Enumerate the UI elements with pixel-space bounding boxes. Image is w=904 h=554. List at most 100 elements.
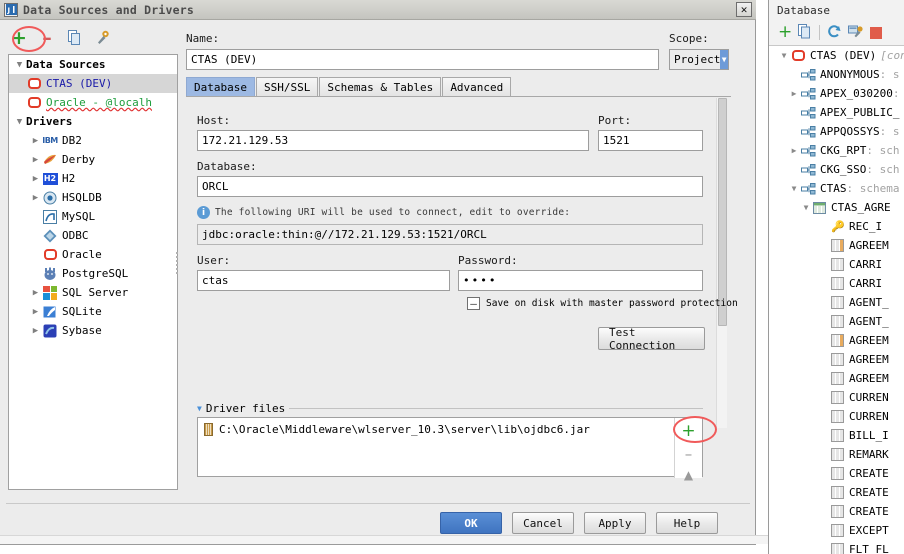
db-tree-row-column[interactable]: CREATE	[769, 464, 904, 483]
db-tree-row-column[interactable]: CURREN	[769, 407, 904, 426]
host-input[interactable]: 172.21.129.53	[197, 130, 589, 151]
driver-files-list[interactable]: C:\Oracle\Middleware\wlserver_10.3\serve…	[197, 417, 703, 481]
db-tree-row-column[interactable]: BILL_I	[769, 426, 904, 445]
tab-database[interactable]: Database	[186, 77, 255, 96]
tab-advanced[interactable]: Advanced	[442, 77, 512, 96]
db-tree-row-column[interactable]: CURREN	[769, 388, 904, 407]
db-tree-label: APPQOSSYS	[820, 125, 880, 138]
move-up-driver-file-button[interactable]: ▲	[684, 469, 693, 481]
db-tree-row-column[interactable]: CREATE	[769, 502, 904, 521]
tree-item-odbc[interactable]: ODBC	[9, 226, 177, 245]
tree-item-sqlite[interactable]: SQLite	[9, 302, 177, 321]
db-tree-row-column[interactable]: AGENT_	[769, 312, 904, 331]
add-driver-file-button[interactable]: +	[681, 423, 695, 440]
driver-file-row[interactable]: C:\Oracle\Middleware\wlserver_10.3\serve…	[198, 418, 702, 436]
driver-files-group-header[interactable]: ▼ Driver files	[197, 402, 703, 415]
ok-button[interactable]: OK	[440, 512, 502, 534]
remove-data-source-button[interactable]: –	[36, 27, 58, 49]
chevron-right-icon[interactable]: ▶	[787, 146, 801, 155]
db-tree-row-column[interactable]: CARRI	[769, 274, 904, 293]
tab-schemas-tables[interactable]: Schemas & Tables	[319, 77, 442, 96]
tree-item-hsqldb[interactable]: HSQLDB	[9, 188, 177, 207]
db-tree-row-apex-public[interactable]: APEX_PUBLIC_	[769, 103, 904, 122]
db-tree-row-ctas-dev[interactable]: ▼ CTAS (DEV) [conne	[769, 46, 904, 65]
database-tree[interactable]: ▼ CTAS (DEV) [conne ANONYMOUS : s ▶ APEX…	[769, 46, 904, 554]
chevron-down-icon[interactable]: ▼	[799, 203, 813, 212]
stop-button[interactable]	[870, 26, 883, 39]
test-connection-button[interactable]: Test Connection	[598, 326, 705, 352]
tree-item-sql-server[interactable]: SQL Server	[9, 283, 177, 302]
refresh-button[interactable]	[827, 24, 842, 42]
db-tree-row-ctas[interactable]: ▼ CTAS : schema	[769, 179, 904, 198]
help-button[interactable]: Help	[656, 512, 718, 534]
form-scrollbar-thumb[interactable]	[718, 98, 727, 326]
db-tree-row-ckg-sso[interactable]: CKG_SSO : sch	[769, 160, 904, 179]
db-tree-row-column[interactable]: AGREEM	[769, 350, 904, 369]
chevron-down-icon[interactable]: ▼	[720, 50, 728, 69]
tree-item-mysql[interactable]: MySQL	[9, 207, 177, 226]
chevron-right-icon[interactable]	[29, 326, 42, 336]
tree-item-oracle-localhost[interactable]: Oracle - @localh	[9, 93, 177, 112]
tree-item-db2[interactable]: IBM DB2	[9, 131, 177, 150]
add-button[interactable]: +	[778, 24, 792, 41]
db-tree-row-column[interactable]: AGREEM	[769, 236, 904, 255]
save-password-checkbox[interactable]: –	[467, 297, 480, 310]
data-sources-and-drivers-dialog: J Data Sources and Drivers ✕ + – ▼ Data …	[0, 0, 768, 545]
chevron-right-icon[interactable]: ▶	[787, 89, 801, 98]
chevron-right-icon[interactable]	[29, 174, 42, 184]
copy-button[interactable]	[798, 23, 812, 42]
tree-item-sybase[interactable]: Sybase	[9, 321, 177, 340]
data-source-properties-button[interactable]	[848, 24, 864, 42]
db-tree-row-apex-030200[interactable]: ▶ APEX_030200 :	[769, 84, 904, 103]
data-sources-tree[interactable]: Data Sources CTAS (DEV) Oracle - @localh…	[8, 54, 178, 490]
password-input[interactable]: ••••	[458, 270, 703, 291]
db-tree-row-ckg-rpt[interactable]: ▶ CKG_RPT : sch	[769, 141, 904, 160]
uri-input[interactable]: jdbc:oracle:thin:@//172.21.129.53:1521/O…	[197, 224, 703, 245]
chevron-down-icon[interactable]	[13, 117, 26, 127]
db-tree-row-column[interactable]: CREATE	[769, 483, 904, 502]
tree-item-derby[interactable]: Derby	[9, 150, 177, 169]
tree-item-oracle[interactable]: Oracle	[9, 245, 177, 264]
chevron-right-icon[interactable]	[29, 136, 42, 146]
db-tree-row-appqossys[interactable]: APPQOSSYS : s	[769, 122, 904, 141]
db-tree-row-anonymous[interactable]: ANONYMOUS : s	[769, 65, 904, 84]
form-scrollbar[interactable]	[716, 98, 727, 428]
db-tree-row-column[interactable]: EXCEPT	[769, 521, 904, 540]
db-tree-row-ctas-agre[interactable]: ▼ CTAS_AGRE	[769, 198, 904, 217]
chevron-down-icon[interactable]: ▼	[777, 51, 791, 60]
chevron-down-icon[interactable]: ▼	[787, 184, 801, 193]
tree-group-data-sources[interactable]: Data Sources	[9, 55, 177, 74]
chevron-right-icon[interactable]	[29, 155, 42, 165]
close-icon[interactable]: ✕	[736, 2, 752, 17]
add-data-source-button[interactable]: +	[8, 27, 30, 49]
name-input[interactable]: CTAS (DEV)	[186, 49, 659, 70]
db-tree-row-rec-id[interactable]: 🔑 REC_I	[769, 217, 904, 236]
db-tree-row-column[interactable]: FLT_FL	[769, 540, 904, 554]
chevron-down-icon[interactable]: ▼	[197, 404, 202, 413]
port-input[interactable]: 1521	[598, 130, 703, 151]
chevron-right-icon[interactable]	[29, 288, 42, 298]
apply-button[interactable]: Apply	[584, 512, 646, 534]
database-input[interactable]: ORCL	[197, 176, 703, 197]
db-tree-row-column[interactable]: REMARK	[769, 445, 904, 464]
tree-item-ctas-dev[interactable]: CTAS (DEV)	[9, 74, 177, 93]
db-tree-row-column[interactable]: AGENT_	[769, 293, 904, 312]
tree-item-postgresql[interactable]: PostgreSQL	[9, 264, 177, 283]
db-tree-row-column[interactable]: AGREEM	[769, 331, 904, 350]
db-tree-row-column[interactable]: CARRI	[769, 255, 904, 274]
copy-data-source-button[interactable]	[64, 27, 86, 49]
chevron-right-icon[interactable]	[29, 307, 42, 317]
chevron-right-icon[interactable]	[29, 193, 42, 203]
tree-group-drivers[interactable]: Drivers	[9, 112, 177, 131]
tree-item-h2[interactable]: H2 H2	[9, 169, 177, 188]
scope-select[interactable]: Project ▼	[669, 49, 729, 70]
remove-driver-file-button[interactable]: –	[685, 447, 693, 462]
panel-splitter[interactable]	[174, 250, 179, 278]
properties-button[interactable]	[92, 27, 114, 49]
cancel-button[interactable]: Cancel	[512, 512, 574, 534]
user-input[interactable]: ctas	[197, 270, 450, 291]
chevron-down-icon[interactable]	[13, 60, 26, 70]
db-tree-row-column[interactable]: AGREEM	[769, 369, 904, 388]
tab-ssh-ssl[interactable]: SSH/SSL	[255, 77, 319, 96]
save-password-row[interactable]: – Save on disk with master password prot…	[467, 297, 738, 310]
